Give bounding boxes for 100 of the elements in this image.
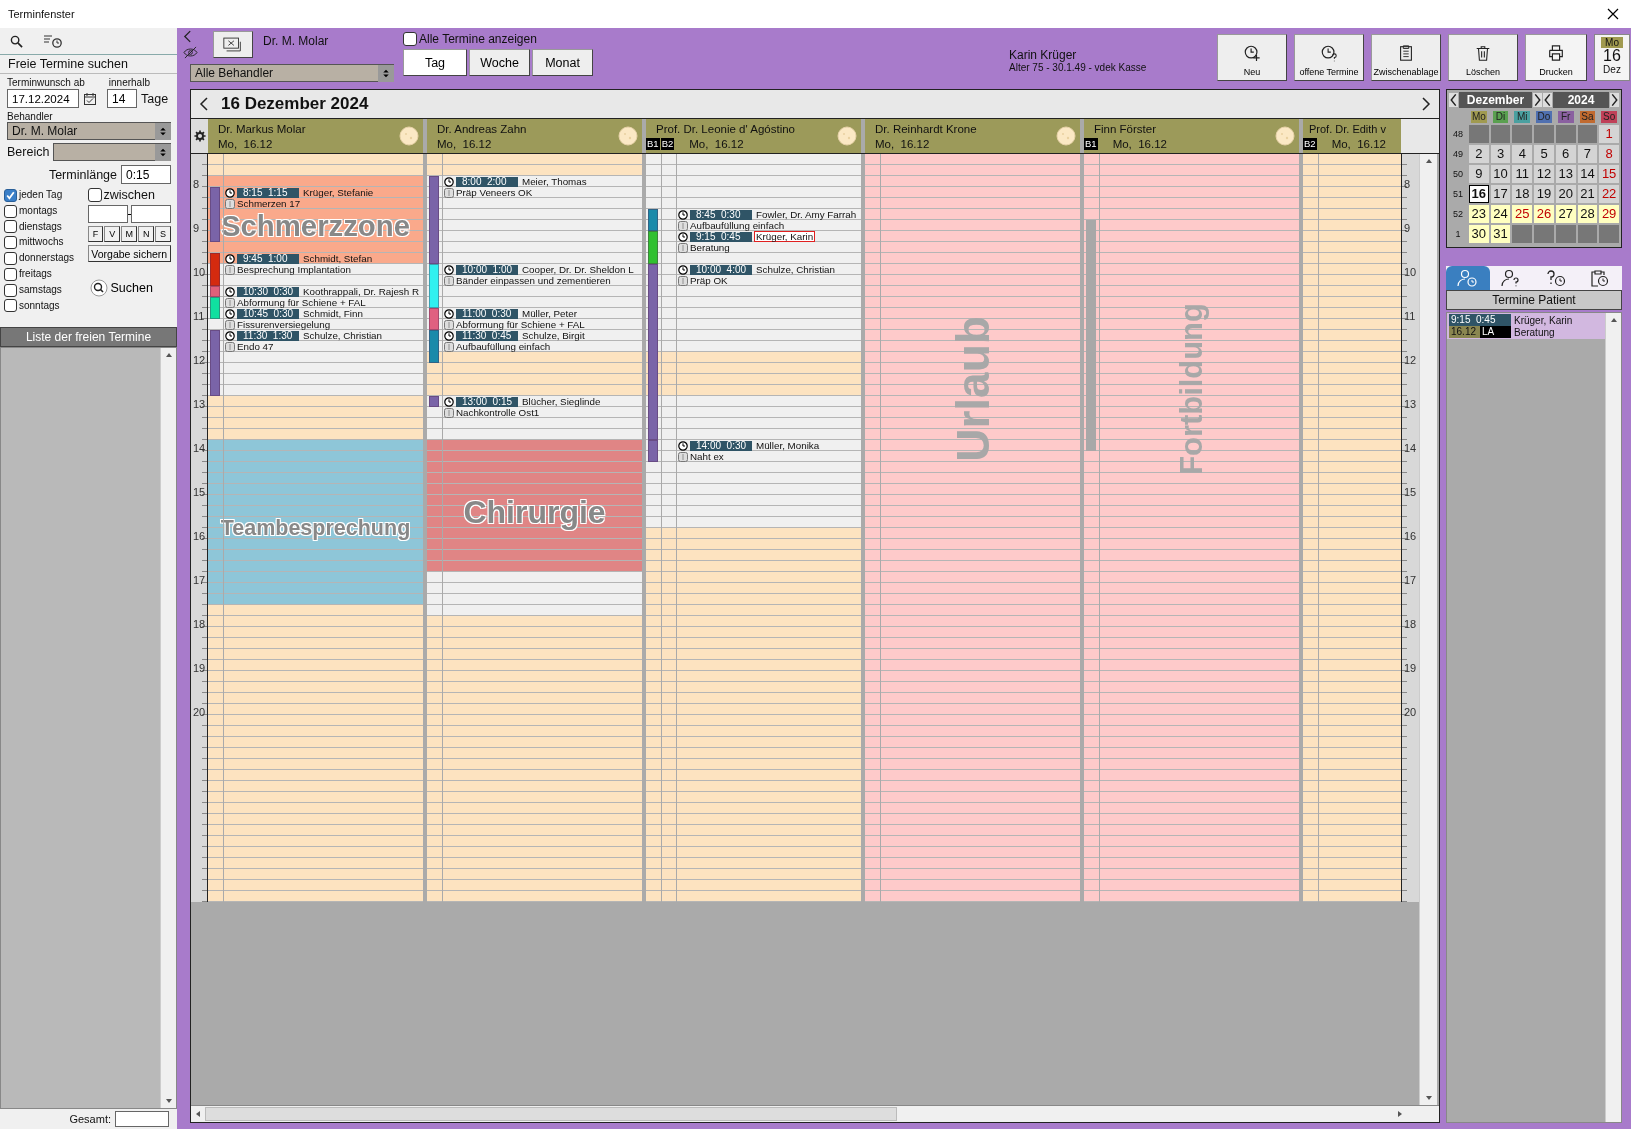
shift-button[interactable]: S — [155, 226, 171, 242]
toolbar-button[interactable]: offene Termine — [1294, 34, 1364, 81]
view-tab[interactable]: Monat — [532, 49, 593, 76]
day-cell[interactable]: 2 — [1469, 145, 1489, 163]
day-cell[interactable]: 18 — [1512, 185, 1533, 203]
previous-year-icon[interactable] — [1543, 93, 1552, 107]
appointment-time[interactable]: 9:15 0:45 — [690, 231, 752, 242]
length-field[interactable]: 0:15 — [121, 165, 171, 184]
checkbox[interactable] — [4, 188, 17, 202]
appointment-time[interactable]: 14:00 0:30 — [690, 440, 752, 451]
practitioner-dropdown[interactable]: Dr. M. Molar — [7, 122, 171, 140]
checkbox[interactable] — [4, 299, 17, 313]
patient-name[interactable]: Schulze, Christian — [301, 330, 384, 341]
search-button[interactable]: Suchen — [89, 279, 153, 297]
next-day-icon[interactable] — [1421, 97, 1431, 111]
day-cell[interactable]: 14 — [1577, 165, 1598, 183]
patient-name[interactable]: Schmidt, Stefan — [301, 253, 375, 264]
appointment-time[interactable]: 10:00 4:00 — [690, 264, 752, 275]
scroll-up-icon[interactable] — [1424, 158, 1433, 164]
appointment-time[interactable]: 11:30 1:30 — [237, 330, 299, 341]
time-to-field[interactable] — [130, 205, 171, 223]
shift-button[interactable]: N — [138, 226, 155, 242]
appointment-color-bar[interactable] — [648, 231, 658, 264]
checkbox[interactable] — [4, 283, 17, 297]
shift-button[interactable]: F — [87, 226, 104, 242]
appointment-color-bar[interactable] — [648, 264, 658, 440]
checkbox[interactable] — [4, 252, 17, 266]
checkbox[interactable] — [4, 220, 17, 234]
column-header[interactable]: Prof. Dr. Edith v B2 Mo, 16.12 — [1303, 119, 1401, 153]
appointment-time[interactable]: 11:30 0:45 — [456, 330, 518, 341]
appointment-time[interactable]: 13:00 0:15 — [456, 396, 518, 407]
day-cell[interactable]: 19 — [1534, 185, 1554, 203]
settings-icon[interactable] — [193, 130, 206, 142]
scroll-left-icon[interactable] — [195, 1110, 201, 1118]
day-cell[interactable]: 3 — [1490, 145, 1511, 163]
day-cell[interactable]: 22 — [1599, 185, 1619, 203]
patient-name[interactable]: Schulze, Birgit — [520, 330, 587, 341]
day-cell[interactable]: 15 — [1599, 165, 1619, 183]
day-cell[interactable]: 4 — [1512, 145, 1533, 163]
day-cell[interactable]: 11 — [1512, 165, 1533, 183]
checkbox[interactable] — [4, 204, 17, 218]
patient-name[interactable]: Müller, Monika — [754, 440, 822, 451]
toolbar-button[interactable]: Zwischenablage — [1371, 34, 1441, 81]
appointment-color-bar[interactable] — [429, 264, 439, 308]
list-clock-icon[interactable] — [43, 34, 63, 48]
previous-month-icon[interactable] — [1449, 93, 1458, 107]
scrollbar[interactable] — [191, 1105, 1439, 1122]
date-field[interactable]: 17.12.2024 — [7, 89, 79, 108]
toolbar-button[interactable]: Neu — [1217, 34, 1287, 81]
save-button[interactable]: Vorgabe sichern — [87, 245, 171, 262]
appointment-time[interactable]: 10:45 0:30 — [237, 308, 299, 319]
appointment-time[interactable]: 8:00 2:00 — [456, 176, 518, 187]
appointment-color-bar[interactable] — [210, 286, 220, 297]
patient-appointment[interactable]: 9:15 0:45 Krüger, Karin 16.12 LA Beratung — [1447, 313, 1605, 339]
practitioner-filter-dropdown[interactable]: Alle Behandler — [190, 64, 394, 82]
appointment-color-bar[interactable] — [429, 308, 439, 330]
day-cell[interactable]: 28 — [1577, 205, 1598, 223]
working-hours-block[interactable] — [646, 396, 861, 528]
total-field[interactable] — [115, 1111, 169, 1127]
toolbar-button[interactable]: Löschen — [1448, 34, 1518, 81]
patient-name[interactable]: Schmidt, Finn — [301, 308, 365, 319]
date-badge[interactable]: Mo 16 Dez — [1594, 34, 1630, 81]
day-cell[interactable]: 27 — [1555, 205, 1576, 223]
day-cell[interactable]: 8 — [1599, 145, 1619, 163]
patient-name[interactable]: Koothrappali, Dr. Rajesh R — [301, 286, 421, 297]
appointment-color-bar[interactable] — [429, 176, 439, 264]
calendar-icon[interactable] — [83, 91, 97, 106]
search-icon[interactable] — [10, 34, 23, 48]
day-cell[interactable]: 31 — [1490, 225, 1511, 243]
hidden-eye-icon[interactable] — [183, 46, 198, 59]
patient-name[interactable]: Fowler, Dr. Amy Farrah — [754, 209, 859, 220]
patient-name[interactable]: Müller, Peter — [520, 308, 579, 319]
time-from-field[interactable] — [87, 205, 128, 223]
day-cell[interactable]: 12 — [1534, 165, 1554, 183]
appointment-color-bar[interactable] — [429, 396, 439, 407]
day-cell[interactable]: 9 — [1469, 165, 1489, 183]
previous-day-icon[interactable] — [199, 97, 209, 111]
day-cell[interactable]: 5 — [1534, 145, 1554, 163]
appointment-color-bar[interactable] — [210, 187, 220, 242]
day-cell[interactable]: 17 — [1490, 185, 1511, 203]
toolbar-button[interactable]: Drucken — [1525, 34, 1587, 81]
close-view-button[interactable] — [213, 31, 253, 58]
day-cell[interactable]: 10 — [1490, 165, 1511, 183]
days-field[interactable]: 14 — [107, 89, 137, 108]
appointment-color-bar[interactable] — [429, 330, 439, 363]
working-hours-block[interactable] — [646, 154, 861, 352]
day-cell[interactable]: 20 — [1555, 185, 1576, 203]
patient-name[interactable]: Krüger, Karin — [754, 231, 816, 242]
off-hours-block[interactable] — [646, 352, 861, 396]
appointment-time[interactable]: 10:00 1:00 — [456, 264, 518, 275]
day-cell[interactable]: 26 — [1534, 205, 1554, 223]
patient-name[interactable]: Krüger, Stefanie — [301, 187, 376, 198]
appointment-time[interactable]: 11:00 0:30 — [456, 308, 518, 319]
close-icon[interactable] — [1607, 8, 1619, 20]
day-cell[interactable]: 23 — [1469, 205, 1489, 223]
scroll-down-icon[interactable] — [1424, 1095, 1433, 1101]
checkbox[interactable] — [403, 32, 417, 46]
scroll-right-icon[interactable] — [1397, 1110, 1403, 1118]
day-cell[interactable]: 7 — [1577, 145, 1598, 163]
view-tab[interactable]: Tag — [403, 49, 467, 76]
